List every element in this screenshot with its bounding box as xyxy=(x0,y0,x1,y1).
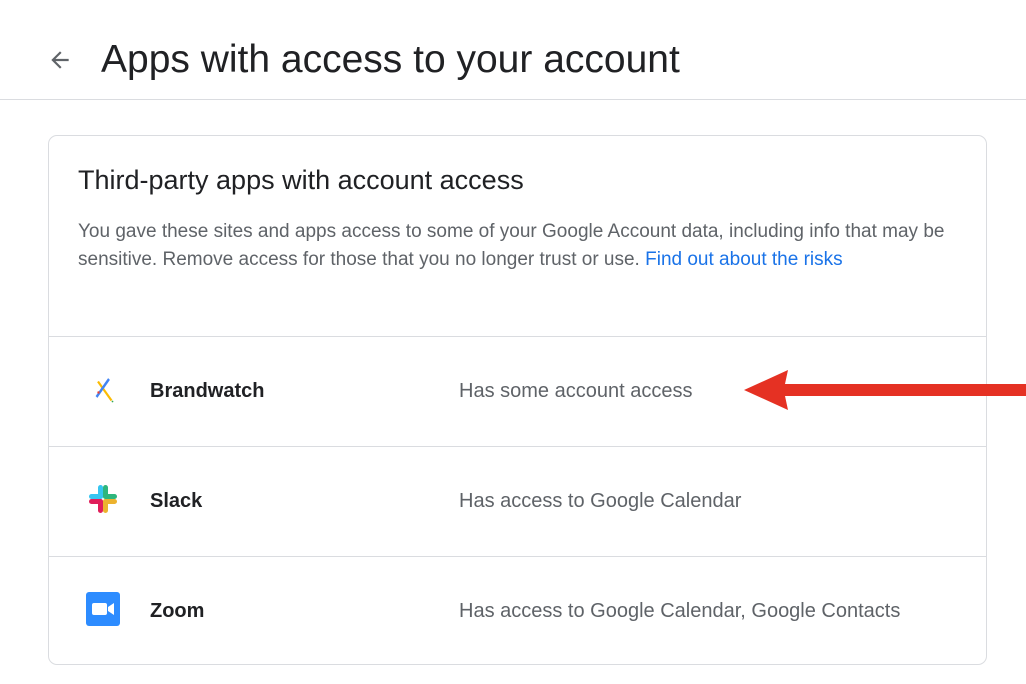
app-row-zoom[interactable]: Zoom Has access to Google Calendar, Goog… xyxy=(49,557,986,664)
third-party-apps-card: Third-party apps with account access You… xyxy=(48,135,987,665)
page-title: Apps with access to your account xyxy=(101,38,680,81)
app-row-slack[interactable]: Slack Has access to Google Calendar xyxy=(49,447,986,557)
arrow-back-icon xyxy=(51,51,69,69)
app-name: Slack xyxy=(150,490,203,512)
back-button[interactable] xyxy=(40,40,80,80)
app-name: Zoom xyxy=(150,600,205,622)
page-header: Apps with access to your account xyxy=(0,0,1026,100)
brandwatch-logo-icon xyxy=(95,378,114,403)
card-header: Third-party apps with account access You… xyxy=(49,136,986,337)
app-access-text: Has access to Google Calendar, Google Co… xyxy=(459,600,901,622)
find-out-risks-link[interactable]: Find out about the risks xyxy=(645,249,843,270)
card-title: Third-party apps with account access xyxy=(78,165,524,195)
app-name: Brandwatch xyxy=(150,380,265,402)
slack-logo-icon xyxy=(89,485,117,513)
card-description: You gave these sites and apps access to … xyxy=(78,218,958,274)
app-row-brandwatch[interactable]: Brandwatch Has some account access xyxy=(49,337,986,447)
app-access-text: Has some account access xyxy=(459,380,693,402)
app-access-text: Has access to Google Calendar xyxy=(459,490,742,512)
zoom-logo-icon xyxy=(86,592,120,626)
